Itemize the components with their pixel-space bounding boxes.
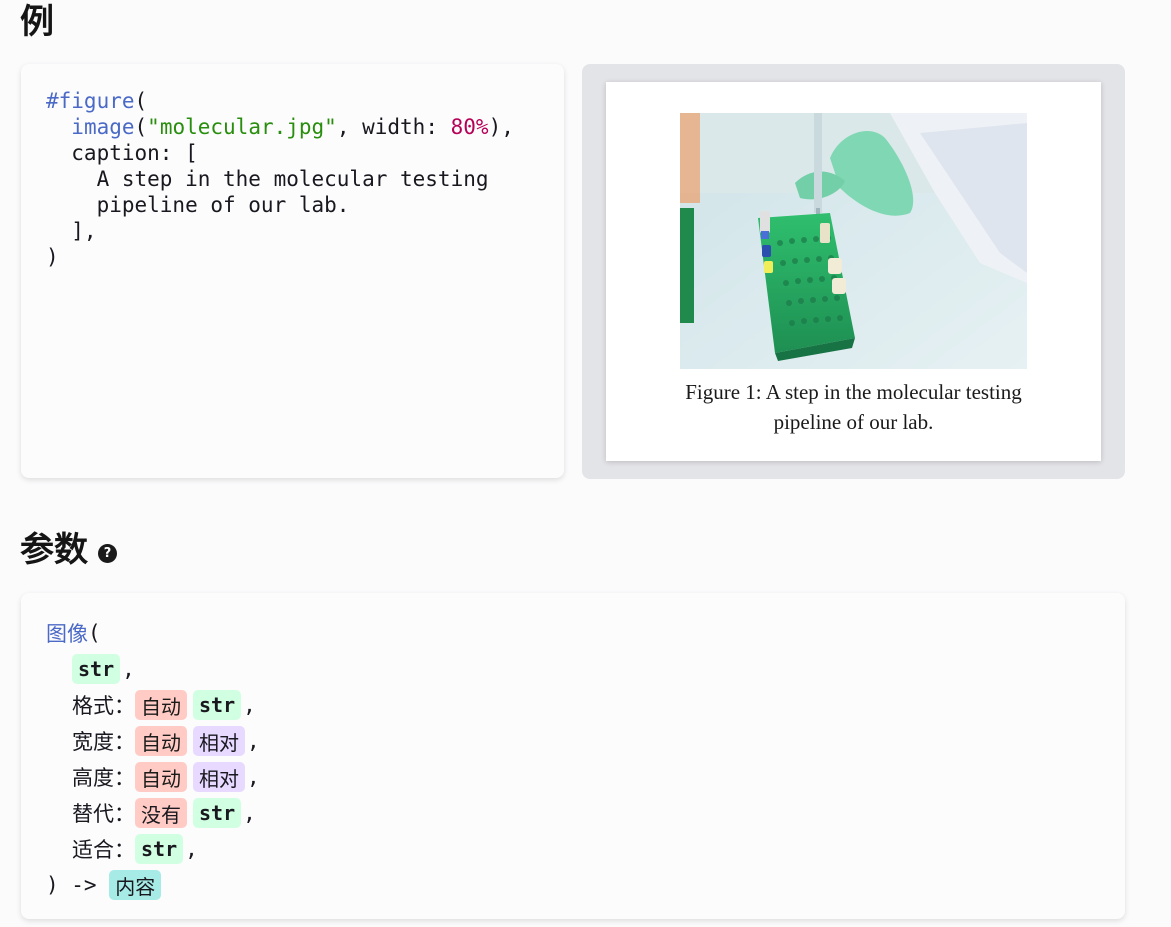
caption-line: pipeline of our lab. <box>773 410 934 434</box>
param-line: 格式： 自动 str, <box>46 687 260 723</box>
type-tag-rel[interactable]: 相对 <box>193 762 245 792</box>
figure-caption: Figure 1: A step in the molecular testin… <box>606 377 1101 437</box>
caption-line: Figure 1: A step in the molecular testin… <box>685 380 1022 404</box>
param-line: 高度： 自动 相对, <box>46 759 260 795</box>
code-line: pipeline of our lab. <box>46 193 350 217</box>
section-heading-example: 例 <box>20 2 54 42</box>
param-label[interactable]: 适合： <box>72 834 135 864</box>
code-token: ( <box>134 115 148 139</box>
param-line: str, <box>46 651 260 687</box>
code-token: image <box>71 115 135 139</box>
params-heading-text: 参数 <box>20 530 88 570</box>
rendered-preview-card: Figure 1: A step in the molecular testin… <box>582 64 1125 479</box>
signature-return-line: ) -> 内容 <box>46 867 260 903</box>
type-tag-content[interactable]: 内容 <box>109 870 162 900</box>
param-line: 替代： 没有 str, <box>46 795 260 831</box>
type-tag-auto[interactable]: 自动 <box>135 690 187 720</box>
param-comma: , <box>243 801 256 825</box>
code-token: ), <box>488 115 514 139</box>
type-tag-str[interactable]: str <box>135 834 184 864</box>
code-token: , width: <box>336 115 451 139</box>
type-tag-str[interactable]: str <box>193 798 242 828</box>
code-line: ) <box>46 245 59 269</box>
param-line: 适合： str, <box>46 831 260 867</box>
param-comma: , <box>247 765 260 789</box>
type-tag-str[interactable]: str <box>193 690 242 720</box>
code-token: 80% <box>450 115 489 139</box>
code-line: ], <box>46 219 97 243</box>
lab-photo-image <box>680 113 1027 369</box>
param-comma: , <box>185 837 198 861</box>
param-label[interactable]: 格式： <box>72 690 135 720</box>
section-heading-params: 参数 ? <box>20 533 117 567</box>
param-label[interactable]: 高度： <box>72 762 135 792</box>
signature-card: 图像( str, 格式： 自动 str, 宽度： 自动 相对, 高度： 自动 相对, 替代： 没有 st… <box>21 593 1125 919</box>
type-tag-auto[interactable]: 自动 <box>135 762 187 792</box>
type-tag-auto[interactable]: 自动 <box>135 726 187 756</box>
param-comma: , <box>243 693 256 717</box>
rendered-page: Figure 1: A step in the molecular testin… <box>606 82 1101 461</box>
open-paren: ( <box>88 621 101 645</box>
code-example-card: #figure( image("molecular.jpg", width: 8… <box>21 64 564 478</box>
param-comma: , <box>247 729 260 753</box>
type-tag-rel[interactable]: 相对 <box>193 726 245 756</box>
function-name-link[interactable]: 图像 <box>46 618 88 648</box>
code-line: A step in the molecular testing <box>46 167 489 191</box>
type-tag-none[interactable]: 没有 <box>135 798 187 828</box>
param-label[interactable]: 替代： <box>72 798 135 828</box>
type-tag-str[interactable]: str <box>72 654 121 684</box>
signature-open-line: 图像( <box>46 615 260 651</box>
param-line: 宽度： 自动 相对, <box>46 723 260 759</box>
param-label[interactable]: 宽度： <box>72 726 135 756</box>
code-token: "molecular.jpg" <box>147 115 337 139</box>
code-token: #figure <box>46 89 135 113</box>
code-block: #figure( image("molecular.jpg", width: 8… <box>46 88 514 270</box>
param-list: str, 格式： 自动 str, 宽度： 自动 相对, 高度： 自动 相对, 替代： 没有 str, 适合… <box>46 651 260 867</box>
return-arrow: ) -> <box>46 873 110 897</box>
help-icon[interactable]: ? <box>98 543 117 563</box>
param-comma: , <box>122 657 135 681</box>
function-signature: 图像( str, 格式： 自动 str, 宽度： 自动 相对, 高度： 自动 相对, 替代： 没有 st… <box>46 615 260 903</box>
code-token: ( <box>134 89 148 113</box>
code-line: caption: [ <box>46 141 198 165</box>
